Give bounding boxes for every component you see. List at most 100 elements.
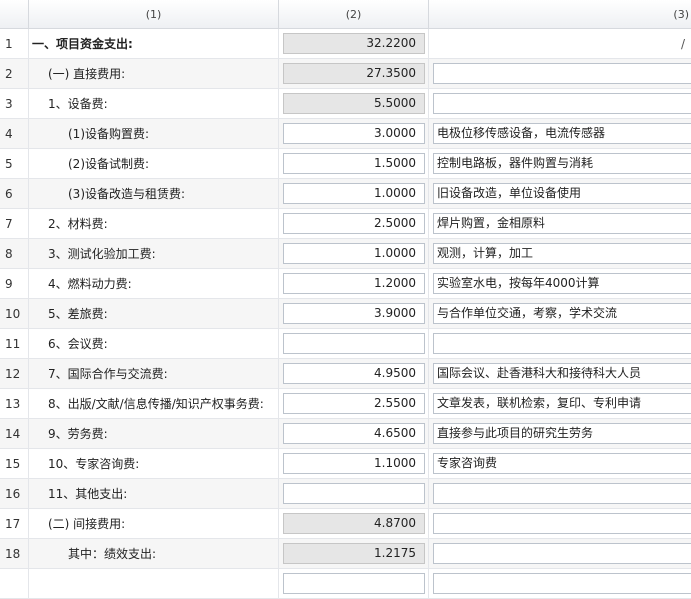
note-cell xyxy=(429,509,691,538)
note-input[interactable] xyxy=(433,333,691,354)
note-input[interactable]: 观测，计算，加工 xyxy=(433,243,691,264)
table-row: 17 (二) 间接费用: 4.8700 xyxy=(0,509,691,539)
note-input[interactable] xyxy=(433,543,691,564)
row-label: 其中：绩效支出: xyxy=(29,539,279,568)
amount-cell: 1.5000 xyxy=(279,149,429,178)
amount-cell xyxy=(279,329,429,358)
row-label: (二) 间接费用: xyxy=(29,509,279,538)
amount-input[interactable]: 1.0000 xyxy=(283,183,425,204)
row-label: 一、项目资金支出: xyxy=(29,29,279,58)
table-row: 3 1、设备费: 5.5000 xyxy=(0,89,691,119)
note-input[interactable]: 焊片购置，金相原料 xyxy=(433,213,691,234)
amount-input[interactable]: 1.1000 xyxy=(283,453,425,474)
note-cell xyxy=(429,569,691,598)
row-label: 8、出版/文献/信息传播/知识产权事务费: xyxy=(29,389,279,418)
amount-input[interactable]: 1.0000 xyxy=(283,243,425,264)
note-cell: 实验室水电，按每年4000计算 xyxy=(429,269,691,298)
amount-cell: 1.2175 xyxy=(279,539,429,568)
amount-cell: 4.8700 xyxy=(279,509,429,538)
row-label: 11、其他支出: xyxy=(29,479,279,508)
amount-input[interactable] xyxy=(283,483,425,504)
row-label: (一) 直接费用: xyxy=(29,59,279,88)
note-cell: 与合作单位交通，考察，学术交流 xyxy=(429,299,691,328)
amount-input[interactable]: 2.5000 xyxy=(283,213,425,234)
table-row: 7 2、材料费: 2.5000 焊片购置，金相原料 xyxy=(0,209,691,239)
note-input[interactable] xyxy=(433,93,691,114)
row-index: 10 xyxy=(0,299,29,328)
amount-cell: 1.0000 xyxy=(279,239,429,268)
note-input[interactable] xyxy=(433,573,691,594)
note-placeholder: / xyxy=(680,36,685,51)
amount-input[interactable]: 1.5000 xyxy=(283,153,425,174)
amount-cell: 4.6500 xyxy=(279,419,429,448)
row-label: 3、测试化验加工费: xyxy=(29,239,279,268)
row-label: 1、设备费: xyxy=(29,89,279,118)
amount-readonly-field: 5.5000 xyxy=(283,93,425,114)
amount-input[interactable] xyxy=(283,573,425,594)
note-input[interactable] xyxy=(433,513,691,534)
note-cell: 文章发表，联机检索，复印、专利申请 xyxy=(429,389,691,418)
note-input[interactable]: 实验室水电，按每年4000计算 xyxy=(433,273,691,294)
note-input[interactable]: 电极位移传感设备，电流传感器 xyxy=(433,123,691,144)
note-cell: 观测，计算，加工 xyxy=(429,239,691,268)
note-cell: 控制电路板，器件购置与消耗 xyxy=(429,149,691,178)
note-input[interactable] xyxy=(433,483,691,504)
row-index xyxy=(0,569,29,598)
row-index: 18 xyxy=(0,539,29,568)
row-label: 4、燃料动力费: xyxy=(29,269,279,298)
note-input[interactable]: 国际会议、赴香港科大和接待科大人员 xyxy=(433,363,691,384)
note-cell: 专家咨询费 xyxy=(429,449,691,478)
amount-input[interactable]: 4.9500 xyxy=(283,363,425,384)
row-index: 4 xyxy=(0,119,29,148)
row-index: 17 xyxy=(0,509,29,538)
amount-input[interactable]: 3.0000 xyxy=(283,123,425,144)
row-label: (3)设备改造与租赁费: xyxy=(29,179,279,208)
amount-cell: 4.9500 xyxy=(279,359,429,388)
amount-input[interactable]: 1.2000 xyxy=(283,273,425,294)
note-input[interactable]: 与合作单位交通，考察，学术交流 xyxy=(433,303,691,324)
row-label: 7、国际合作与交流费: xyxy=(29,359,279,388)
note-input[interactable]: 直接参与此项目的研究生劳务 xyxy=(433,423,691,444)
amount-input[interactable]: 3.9000 xyxy=(283,303,425,324)
note-input[interactable]: 专家咨询费 xyxy=(433,453,691,474)
note-input[interactable] xyxy=(433,63,691,84)
table-row: 6 (3)设备改造与租赁费: 1.0000 旧设备改造，单位设备使用 xyxy=(0,179,691,209)
table-row: 9 4、燃料动力费: 1.2000 实验室水电，按每年4000计算 xyxy=(0,269,691,299)
table-row: 14 9、劳务费: 4.6500 直接参与此项目的研究生劳务 xyxy=(0,419,691,449)
note-cell xyxy=(429,59,691,88)
note-input[interactable]: 旧设备改造，单位设备使用 xyxy=(433,183,691,204)
note-input[interactable]: 文章发表，联机检索，复印、专利申请 xyxy=(433,393,691,414)
row-index: 12 xyxy=(0,359,29,388)
table-row: 16 11、其他支出: xyxy=(0,479,691,509)
note-input[interactable]: 控制电路板，器件购置与消耗 xyxy=(433,153,691,174)
row-label: (2)设备试制费: xyxy=(29,149,279,178)
row-index: 9 xyxy=(0,269,29,298)
amount-readonly-field: 1.2175 xyxy=(283,543,425,564)
row-index: 6 xyxy=(0,179,29,208)
table-row: 4 (1)设备购置费: 3.0000 电极位移传感设备，电流传感器 xyxy=(0,119,691,149)
amount-input[interactable] xyxy=(283,333,425,354)
amount-readonly-field: 27.3500 xyxy=(283,63,425,84)
table-row: 11 6、会议费: xyxy=(0,329,691,359)
table-header: (1) (2) (3) xyxy=(0,0,691,29)
table-row xyxy=(0,569,691,599)
table-row: 12 7、国际合作与交流费: 4.9500 国际会议、赴香港科大和接待科大人员 xyxy=(0,359,691,389)
amount-input[interactable]: 4.6500 xyxy=(283,423,425,444)
amount-cell: 5.5000 xyxy=(279,89,429,118)
amount-cell: 2.5500 xyxy=(279,389,429,418)
row-index: 7 xyxy=(0,209,29,238)
row-index: 14 xyxy=(0,419,29,448)
note-cell xyxy=(429,539,691,568)
table-row: 1 一、项目资金支出: 32.2200 / xyxy=(0,29,691,59)
row-index: 1 xyxy=(0,29,29,58)
amount-readonly-field: 32.2200 xyxy=(283,33,425,54)
row-label xyxy=(29,569,279,598)
header-index-cell xyxy=(0,0,29,28)
amount-cell: 1.2000 xyxy=(279,269,429,298)
amount-input[interactable]: 2.5500 xyxy=(283,393,425,414)
amount-cell: 1.1000 xyxy=(279,449,429,478)
budget-table: (1) (2) (3) 1 一、项目资金支出: 32.2200 / 2 (一) 直接费用:… xyxy=(0,0,691,599)
table-row: 10 5、差旅费: 3.9000 与合作单位交通，考察，学术交流 xyxy=(0,299,691,329)
amount-cell: 32.2200 xyxy=(279,29,429,58)
note-cell: 旧设备改造，单位设备使用 xyxy=(429,179,691,208)
